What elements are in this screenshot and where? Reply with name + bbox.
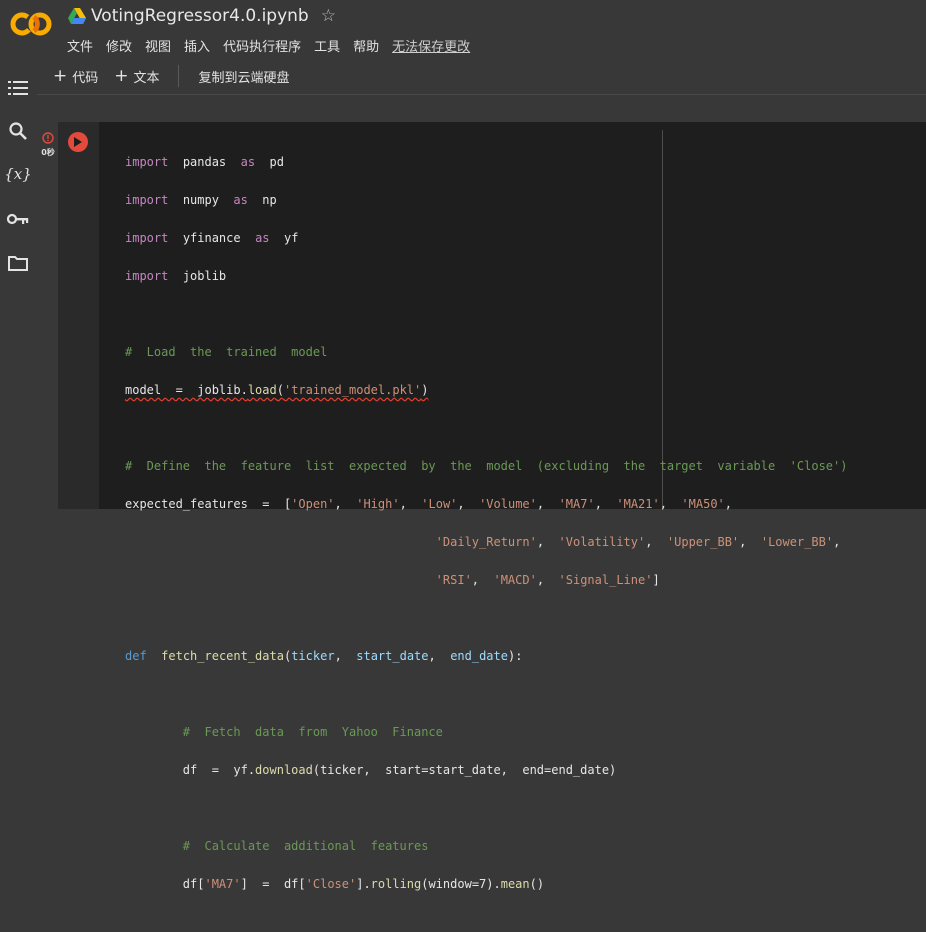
code-line: model = joblib.load('trained_model.pkl') xyxy=(125,381,847,400)
variables-icon[interactable]: {x} xyxy=(4,162,32,186)
error-status-icon xyxy=(42,132,54,144)
run-cell-button[interactable] xyxy=(68,132,88,152)
code-line: import pandas as pd xyxy=(125,155,284,169)
add-text-label: 文本 xyxy=(133,70,160,86)
cell-gutter xyxy=(58,122,99,509)
table-of-contents-icon[interactable] xyxy=(6,76,30,100)
add-code-label: 代码 xyxy=(72,70,99,86)
google-drive-icon xyxy=(68,8,86,24)
code-line: # Fetch data from Yahoo Finance xyxy=(182,725,443,739)
code-line: df = yf.download(ticker, start=start_dat… xyxy=(182,763,617,777)
cell-status: 0秒 xyxy=(37,129,59,158)
menu-insert[interactable]: 插入 xyxy=(184,36,210,55)
code-line: # Load the trained model xyxy=(125,345,328,359)
code-line: 'Daily_Return', 'Volatility', 'Upper_BB'… xyxy=(435,535,841,549)
notebook-main: 0秒 import pandas as pd import numpy as n… xyxy=(37,95,926,891)
menu-view[interactable]: 视图 xyxy=(145,36,171,55)
code-line: # Define the feature list expected by th… xyxy=(125,459,848,473)
execution-time: 0秒 xyxy=(41,148,55,157)
code-line: 'RSI', 'MACD', 'Signal_Line'] xyxy=(435,573,660,587)
menu-tools[interactable]: 工具 xyxy=(314,36,340,55)
notebook-toolbar: + 代码 + 文本 复制到云端硬盘 xyxy=(37,58,926,95)
code-line: def fetch_recent_data(ticker, start_date… xyxy=(125,649,523,663)
menu-help[interactable]: 帮助 xyxy=(353,36,379,55)
copy-to-drive-button[interactable]: 复制到云端硬盘 xyxy=(199,67,290,86)
search-icon[interactable] xyxy=(6,119,30,143)
secrets-key-icon[interactable] xyxy=(6,207,30,231)
code-line: # Calculate additional features xyxy=(182,839,429,853)
code-line: df['MA7'] = df['Close'].rolling(window=7… xyxy=(182,877,545,891)
error-underline: model = joblib.load('trained_model.pkl') xyxy=(125,383,429,397)
code-editor[interactable]: import pandas as pd import numpy as np i… xyxy=(125,134,847,932)
plus-icon: + xyxy=(53,66,68,86)
colab-logo-icon[interactable] xyxy=(10,8,54,40)
play-icon xyxy=(74,137,82,147)
menu-runtime[interactable]: 代码执行程序 xyxy=(223,36,301,55)
unsaved-changes-link[interactable]: 无法保存更改 xyxy=(392,36,470,55)
left-rail: {x} xyxy=(0,58,36,509)
code-line: import numpy as np xyxy=(125,193,277,207)
add-code-button[interactable]: + 代码 xyxy=(53,66,98,86)
menubar: 文件 修改 视图 插入 代码执行程序 工具 帮助 无法保存更改 xyxy=(67,36,483,55)
star-icon[interactable]: ☆ xyxy=(321,6,336,26)
menu-file[interactable]: 文件 xyxy=(67,36,93,55)
add-text-button[interactable]: + 文本 xyxy=(114,66,159,86)
toolbar-divider xyxy=(177,65,179,87)
code-line: import yfinance as yf xyxy=(125,231,299,245)
folder-icon[interactable] xyxy=(6,251,30,275)
menu-edit[interactable]: 修改 xyxy=(106,36,132,55)
code-cell[interactable]: import pandas as pd import numpy as np i… xyxy=(58,122,926,891)
code-line: expected_features = ['Open', 'High', 'Lo… xyxy=(125,497,733,511)
app-header: VotingRegressor4.0.ipynb ☆ 文件 修改 视图 插入 代… xyxy=(0,0,926,58)
code-line: import joblib xyxy=(125,269,227,283)
notebook-title[interactable]: VotingRegressor4.0.ipynb xyxy=(91,6,309,26)
plus-icon: + xyxy=(114,66,129,86)
doc-title-row: VotingRegressor4.0.ipynb ☆ xyxy=(68,4,336,28)
